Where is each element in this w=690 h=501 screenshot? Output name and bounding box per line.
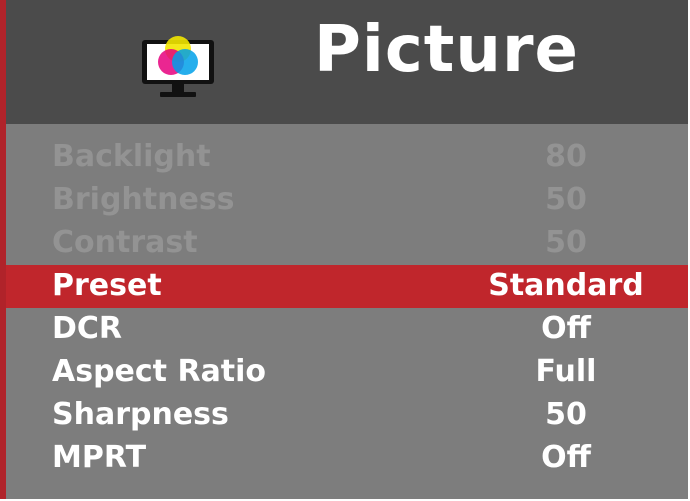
menu-item-dcr[interactable]: DCR Off — [6, 308, 688, 351]
menu-item-label: Backlight — [52, 139, 211, 174]
menu-item-preset[interactable]: Preset Standard — [6, 265, 688, 308]
page-title: Picture — [314, 13, 579, 87]
menu-item-brightness: Brightness 50 — [6, 179, 688, 222]
menu-item-label: DCR — [52, 311, 123, 346]
menu-item-value: Full — [535, 354, 597, 389]
menu-item-contrast: Contrast 50 — [6, 222, 688, 265]
settings-list: Backlight 80 Brightness 50 Contrast 50 P… — [6, 136, 688, 480]
menu-item-label: Aspect Ratio — [52, 354, 267, 389]
menu-item-backlight: Backlight 80 — [6, 136, 688, 179]
osd-menu: Picture Backlight 80 Brightness 50 Contr… — [0, 0, 688, 499]
menu-item-label: Sharpness — [52, 397, 229, 432]
menu-item-value: 50 — [545, 182, 587, 217]
menu-item-aspect-ratio[interactable]: Aspect Ratio Full — [6, 351, 688, 394]
menu-item-label: MPRT — [52, 440, 147, 475]
menu-item-value: 50 — [545, 397, 587, 432]
menu-item-value: Off — [541, 311, 591, 346]
menu-item-value: Standard — [488, 268, 644, 303]
menu-item-value: 80 — [545, 139, 587, 174]
monitor-color-icon — [142, 36, 214, 97]
menu-item-mprt[interactable]: MPRT Off — [6, 437, 688, 480]
menu-item-label: Brightness — [52, 182, 235, 217]
menu-item-value: Off — [541, 440, 591, 475]
menu-item-label: Contrast — [52, 225, 198, 260]
osd-header: Picture — [6, 0, 688, 124]
menu-item-sharpness[interactable]: Sharpness 50 — [6, 394, 688, 437]
menu-item-label: Preset — [52, 268, 162, 303]
menu-item-value: 50 — [545, 225, 587, 260]
